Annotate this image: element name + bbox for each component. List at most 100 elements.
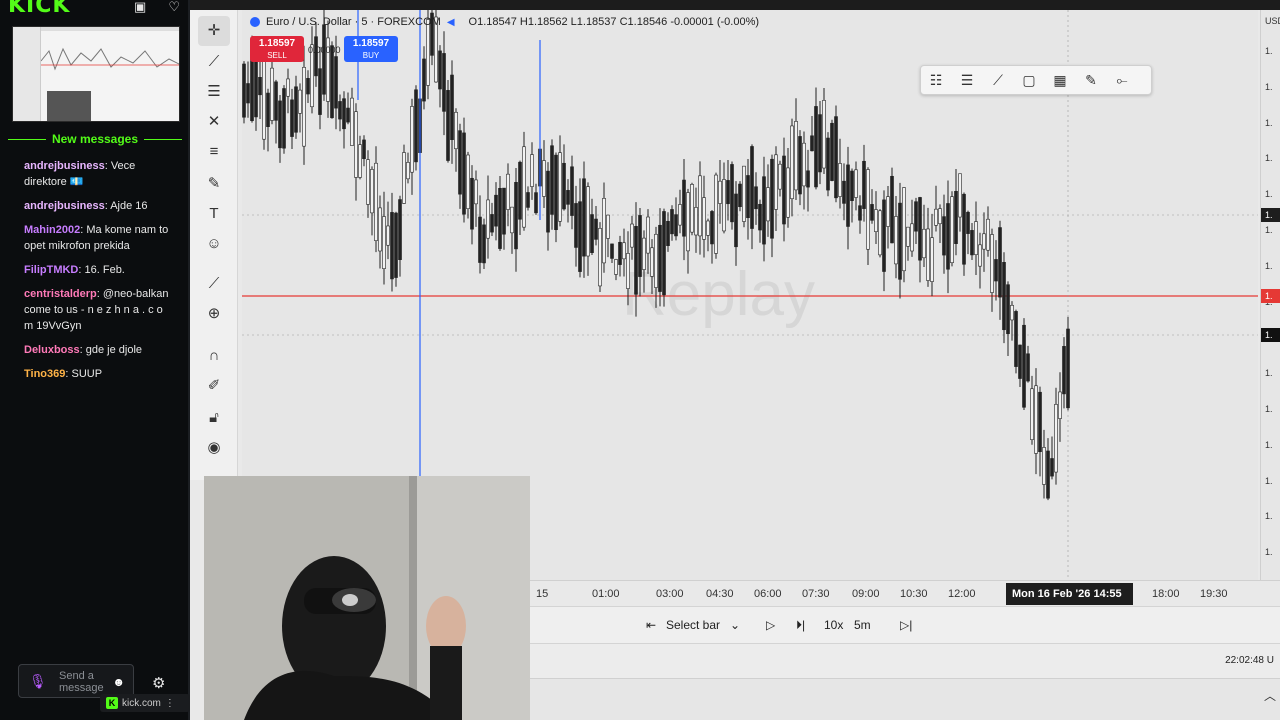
line-tool-icon[interactable]: ⟋ [989,72,1007,89]
candle-body [802,142,806,187]
template-icon[interactable]: ☰ [958,72,976,89]
chat-username[interactable]: FilipTMKD [24,264,78,276]
jump-to-realtime-icon[interactable]: ▷| [900,618,912,632]
play-icon[interactable]: ▷ [766,618,775,632]
candle-body [606,214,610,239]
kick-logo[interactable]: KICK [8,0,70,17]
candle-body [634,226,638,295]
ruler-icon[interactable]: ⟋ [204,274,224,294]
replay-icon[interactable]: ◀ [447,17,455,28]
step-forward-icon[interactable]: ⏵| [796,618,805,633]
candle-body [470,177,474,230]
candle-body [838,163,842,197]
trendline-icon[interactable]: ⟋ [204,52,224,72]
price-tick-label: 1. [1265,511,1273,522]
candle-body [398,199,402,260]
chevron-up-icon[interactable]: ︿ [1264,687,1276,704]
chat-username[interactable]: Deluxboss [24,344,80,356]
candle-body [462,132,466,215]
candle-body [562,162,566,210]
horizontal-line-icon[interactable]: ⟜ [1113,72,1131,89]
sell-price: 1.18597 [258,38,296,49]
buy-label: BUY [362,51,380,60]
candle-body [1018,344,1022,379]
candle-body [342,98,346,130]
emoji-icon[interactable]: ☻ [112,675,125,689]
candle-body [702,197,706,240]
candle-body [506,173,510,210]
chevron-down-icon[interactable]: ♡ [168,0,180,15]
candle-body [662,211,666,296]
candle-body [886,196,890,227]
pencil-lock-icon[interactable]: ✐ [204,376,224,396]
candle-body [478,216,482,263]
candle-body [782,155,786,225]
sell-button[interactable]: 1.18597 SELL [250,36,304,62]
more-icon[interactable]: ⋮ [165,698,175,709]
chat-username[interactable]: centristalderp [24,288,97,300]
grid-icon[interactable]: ▦ [1051,72,1069,89]
select-bar-button[interactable]: Select bar [666,618,720,632]
rectangle-icon[interactable]: ▢ [1020,72,1038,89]
symbol-title[interactable]: Euro / U.S. Dollar · 5 · FOREXCOM [266,16,441,28]
candle-body [1022,324,1026,408]
candle-body [1002,262,1006,331]
candle-body [786,167,790,218]
brush-icon[interactable]: ✎ [204,174,224,194]
interval-button[interactable]: 5m [854,618,871,632]
brush-icon[interactable]: ✎ [1082,72,1100,89]
price-tick-label: 1. [1265,547,1273,558]
candle-body [626,253,630,289]
price-tick-label: 1. [1265,117,1273,128]
buy-button[interactable]: 1.18597 BUY [344,36,398,62]
candle-body [374,162,378,241]
candle-body [890,175,894,244]
kick-footer[interactable]: K kick.com ⋮ [100,694,190,712]
candle-body [794,121,798,191]
pattern-icon[interactable]: ✕ [204,112,224,132]
select-bar-icon[interactable]: ⇤ [646,618,656,632]
text-icon[interactable]: T [204,204,224,224]
candle-body [690,184,694,233]
emoji-icon[interactable]: ☺ [204,234,224,254]
chat-input[interactable]: 🎙 Send a message ☻ [18,664,134,698]
settings-lines-icon[interactable]: ☷ [927,72,945,89]
candle-body [622,242,626,260]
candle-body [618,241,622,265]
clock[interactable]: 22:02:48 U [1225,655,1274,666]
clip-icon[interactable]: ▣ [134,0,146,15]
candle-body [666,220,670,246]
cursor-time-label: Mon 16 Feb '26 14:55 [1006,583,1133,605]
crosshair-icon[interactable]: ✛ [198,16,230,46]
chevron-down-icon[interactable]: ⌄ [730,618,740,632]
candle-body [482,224,486,264]
stream-preview[interactable] [12,26,180,122]
microphone-icon[interactable]: 🎙 [29,673,47,690]
chat-username[interactable]: andrejbusiness [24,160,105,172]
candle-body [410,106,414,173]
zoom-in-icon[interactable]: ⊕ [204,304,224,324]
chat-username[interactable]: Tino369 [24,368,65,380]
magnet-icon[interactable]: ∩ [204,346,224,366]
gear-icon[interactable]: ⚙ [152,674,165,692]
candle-body [770,158,774,239]
speed-button[interactable]: 10x [824,618,843,632]
candle-body [686,192,690,252]
candle-body [582,178,586,257]
horizontal-lines-icon[interactable]: ☰ [204,82,224,102]
replay-controls: ⇤ Select bar ⌄ ▷ ⏵| 10x 5m ▷| [530,606,1280,644]
candle-body [706,220,710,236]
chat-username[interactable]: andrejbusiness [24,200,105,212]
lock-icon[interactable]: 🔓︎ [204,408,224,428]
candle-body [290,99,294,137]
eye-icon[interactable]: ◉ [204,438,224,458]
time-axis[interactable]: 15 01:00 03:00 04:30 06:00 07:30 09:00 10:30 12:… [530,580,1280,606]
candle-body [294,86,298,133]
candle-body [682,179,686,237]
candle-body [302,66,306,147]
chat-username[interactable]: Mahin2002 [24,224,80,236]
candle-body [394,212,398,278]
candle-body [1010,304,1014,321]
price-scale[interactable]: USD 1.1.1.1.1.1.1.1.1.1.1.1.1.1.1.1. 1. … [1260,10,1280,593]
fib-icon[interactable]: ≡ [204,142,224,162]
